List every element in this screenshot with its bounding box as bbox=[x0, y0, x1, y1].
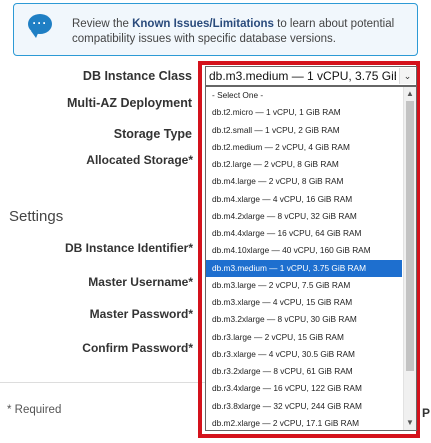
scroll-thumb[interactable] bbox=[406, 101, 414, 371]
dropdown-option[interactable]: db.m3.large — 2 vCPU, 7.5 GiB RAM bbox=[206, 277, 402, 294]
scroll-up-icon[interactable]: ▲ bbox=[404, 87, 416, 101]
select-current-value: db.m3.medium — 1 vCPU, 3.75 GiB RAM bbox=[209, 69, 396, 83]
scroll-down-icon[interactable]: ▼ bbox=[404, 416, 416, 430]
dropdown-option[interactable]: db.t2.large — 2 vCPU, 8 GiB RAM bbox=[206, 156, 402, 173]
confirm-password-label: Confirm Password* bbox=[82, 341, 193, 355]
notice-text: Review the Known Issues/Limitations to l… bbox=[72, 17, 412, 47]
multi-az-label: Multi-AZ Deployment bbox=[67, 96, 192, 110]
chevron-down-icon[interactable]: ⌄ bbox=[399, 68, 415, 84]
master-password-label: Master Password* bbox=[89, 307, 193, 321]
dropdown-option[interactable]: db.r3.4xlarge — 16 vCPU, 122 GiB RAM bbox=[206, 380, 402, 397]
dropdown-option[interactable]: db.r3.xlarge — 4 vCPU, 30.5 GiB RAM bbox=[206, 346, 402, 363]
storage-type-label: Storage Type bbox=[113, 127, 192, 141]
edge-text-fragment: P bbox=[422, 406, 431, 420]
db-instance-identifier-label: DB Instance Identifier* bbox=[64, 241, 193, 255]
option-placeholder[interactable]: - Select One - bbox=[206, 87, 402, 104]
dropdown-option[interactable]: db.t2.medium — 2 vCPU, 4 GiB RAM bbox=[206, 139, 402, 156]
dropdown-option[interactable]: db.r3.large — 2 vCPU, 15 GiB RAM bbox=[206, 329, 402, 346]
master-username-label: Master Username* bbox=[88, 275, 193, 289]
dropdown-option[interactable]: db.t2.small — 1 vCPU, 2 GiB RAM bbox=[206, 122, 402, 139]
dropdown-option[interactable]: db.m3.xlarge — 4 vCPU, 15 GiB RAM bbox=[206, 294, 402, 311]
required-note: * Required bbox=[7, 404, 62, 416]
dropdown-scrollbar[interactable]: ▲ ▼ bbox=[403, 87, 416, 430]
dropdown-option[interactable]: db.m2.xlarge — 2 vCPU, 17.1 GiB RAM bbox=[206, 415, 402, 430]
dropdown-option[interactable]: db.m3.2xlarge — 8 vCPU, 30 GiB RAM bbox=[206, 311, 402, 328]
dropdown-option[interactable]: db.m4.large — 2 vCPU, 8 GiB RAM bbox=[206, 173, 402, 190]
dropdown-option[interactable]: db.m4.10xlarge — 40 vCPU, 160 GiB RAM bbox=[206, 242, 402, 259]
dropdown-option[interactable]: db.m4.xlarge — 4 vCPU, 16 GiB RAM bbox=[206, 191, 402, 208]
db-instance-class-select[interactable]: db.m3.medium — 1 vCPU, 3.75 GiB RAM ⌄ bbox=[205, 66, 417, 86]
notice-text-before: Review the bbox=[72, 18, 133, 30]
dropdown-option[interactable]: db.m4.2xlarge — 8 vCPU, 32 GiB RAM bbox=[206, 208, 402, 225]
dropdown-option[interactable]: db.r3.2xlarge — 8 vCPU, 61 GiB RAM bbox=[206, 363, 402, 380]
settings-heading: Settings bbox=[9, 208, 64, 225]
allocated-storage-label: Allocated Storage* bbox=[86, 153, 193, 167]
known-issues-link[interactable]: Known Issues/Limitations bbox=[132, 18, 274, 30]
divider bbox=[0, 382, 210, 383]
db-instance-class-label: DB Instance Class bbox=[82, 69, 192, 83]
info-notice: ··· Review the Known Issues/Limitations … bbox=[13, 3, 418, 56]
dropdown-option[interactable]: db.m3.medium — 1 vCPU, 3.75 GiB RAM bbox=[206, 259, 402, 277]
dropdown-option[interactable]: db.r3.8xlarge — 32 vCPU, 244 GiB RAM bbox=[206, 398, 402, 415]
speech-bubble-icon: ··· bbox=[28, 14, 52, 38]
dropdown-option[interactable]: db.t2.micro — 1 vCPU, 1 GiB RAM bbox=[206, 104, 402, 121]
dropdown-option[interactable]: db.m4.4xlarge — 16 vCPU, 64 GiB RAM bbox=[206, 225, 402, 242]
instance-class-dropdown[interactable]: - Select One - db.t2.micro — 1 vCPU, 1 Gi… bbox=[205, 86, 417, 431]
